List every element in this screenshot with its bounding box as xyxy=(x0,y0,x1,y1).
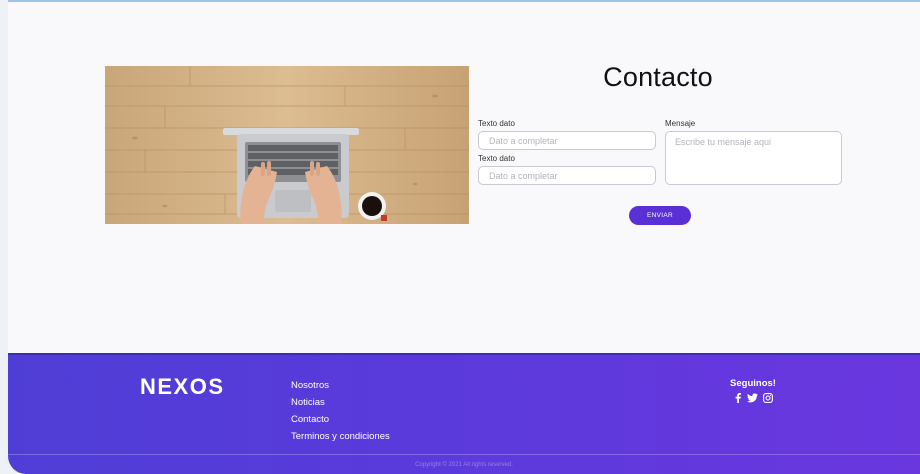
footer-link-contacto[interactable]: Contacto xyxy=(291,411,390,428)
message-textarea[interactable] xyxy=(665,131,842,185)
footer-logo[interactable]: NEXOS xyxy=(140,374,225,400)
field1-input[interactable] xyxy=(478,131,656,150)
social-section: Seguinos! xyxy=(698,378,808,406)
footer-link-nosotros[interactable]: Nosotros xyxy=(291,377,390,394)
footer-link-terminos[interactable]: Terminos y condiciones xyxy=(291,428,390,445)
hero-image xyxy=(105,66,469,224)
footer-divider xyxy=(8,454,920,455)
page: Contacto Texto dato Texto dato Mensaje E… xyxy=(8,0,920,474)
message-label: Mensaje xyxy=(665,119,696,128)
field2-label: Texto dato xyxy=(478,154,515,163)
page-title: Contacto xyxy=(603,62,713,92)
footer-nav: Nosotros Noticias Contacto Terminos y co… xyxy=(291,377,390,445)
facebook-icon[interactable] xyxy=(734,393,742,406)
social-icons xyxy=(698,393,808,406)
social-title: Seguinos! xyxy=(730,378,776,389)
field2-input[interactable] xyxy=(478,166,656,185)
submit-button[interactable]: ENVIAR xyxy=(629,206,691,225)
footer: NEXOS Nosotros Noticias Contacto Termino… xyxy=(8,353,920,474)
instagram-icon[interactable] xyxy=(762,393,773,406)
twitter-icon[interactable] xyxy=(746,393,758,406)
field1-label: Texto dato xyxy=(478,119,515,128)
copyright-text: Copyright © 2021 All rights reserved. xyxy=(415,462,513,468)
footer-link-noticias[interactable]: Noticias xyxy=(291,394,390,411)
